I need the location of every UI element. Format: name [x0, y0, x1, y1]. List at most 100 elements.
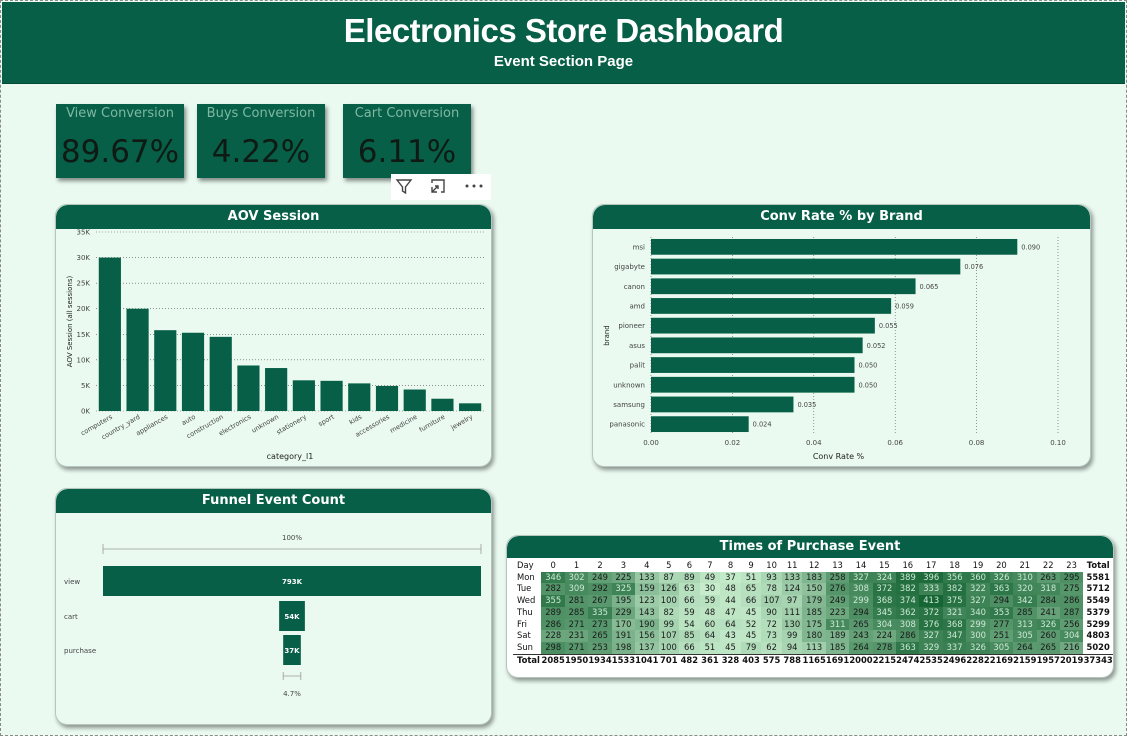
heatmap-header-row: Day 0 1 2 3 4 5 6 7 8 9 10 11 12 13 14 15 16 17 18 19 20 21 22 2… [513, 560, 1113, 572]
conv-rate-by-brand-chart[interactable]: Conv Rate % by Brand 0.00 0.02 0.04 0.06 0.0… [592, 204, 1091, 467]
heatmap-cell: 264 [1013, 641, 1037, 655]
x-tick-label: auto [180, 413, 197, 427]
heatmap-cell: 52 [740, 618, 762, 631]
heatmap-cell: 263 [1036, 571, 1060, 584]
heatmap-cell: 265 [849, 618, 873, 631]
times-of-purchase-event-matrix[interactable]: Times of Purchase Event Day 0 1 2 3 4 5 6 7 8 9 10 1… [506, 535, 1114, 678]
heatmap-row: Thu 289 285 335 229 143 82 59 48 47 45 90 111 185 223 2… [513, 606, 1113, 619]
y-tick-label: 10K [77, 356, 91, 364]
kpi-card-cart-conversion[interactable]: Cart Conversion 6.11% [343, 104, 471, 178]
more-options-icon[interactable] [463, 174, 485, 197]
heatmap-cell: 48 [699, 606, 721, 619]
heatmap-cell: 179 [802, 595, 826, 607]
heatmap-cell: 305 [989, 641, 1014, 655]
y-tick-label: gigabyte [614, 263, 645, 271]
filter-icon[interactable] [395, 177, 413, 200]
column-header: 1 [573, 560, 580, 570]
heatmap-cell: 225 [611, 571, 636, 584]
heatmap-cell: 286 [896, 630, 920, 642]
heatmap-cell: 124 [781, 583, 803, 596]
heatmap-cell: 265 [588, 630, 612, 642]
column-header: 3 [620, 560, 627, 570]
kpi-card-view-conversion[interactable]: View Conversion 89.67% [56, 104, 184, 178]
column-total: 2085 [541, 653, 565, 667]
heatmap-cell: 183 [802, 571, 826, 584]
x-tick-label: kids [348, 413, 364, 427]
heatmap-cell: 355 [541, 595, 565, 607]
kpi-card-buys-conversion[interactable]: Buys Conversion 4.22% [197, 104, 325, 178]
bar [292, 380, 315, 411]
heatmap-cell: 282 [541, 583, 565, 596]
heatmap-cell: 271 [564, 641, 589, 655]
page-subtitle: Event Section Page [493, 53, 634, 70]
heatmap-cell: 265 [1036, 641, 1060, 655]
column-total: 2000 [849, 653, 873, 667]
heatmap-cell: 133 [635, 571, 659, 584]
heatmap-cell: 198 [611, 641, 636, 655]
column-header: 19 [972, 560, 984, 570]
expand-icon[interactable] [429, 177, 447, 200]
heatmap-cell: 107 [658, 630, 680, 642]
heatmap-cell: 150 [802, 583, 826, 596]
heatmap-cell: 320 [1013, 583, 1037, 596]
heatmap-cell: 133 [781, 571, 803, 584]
funnel-top-label: 100% [282, 534, 302, 542]
column-header: 0 [550, 560, 556, 570]
funnel-category-label: purchase [64, 647, 96, 655]
heatmap-cell: 313 [1013, 618, 1037, 631]
heatmap-cell: 345 [872, 606, 897, 619]
heatmap-cell: 224 [872, 630, 897, 642]
heatmap-row: Tue 282 309 292 325 159 126 63 30 48 65 78 124 150 276… [513, 583, 1113, 596]
heatmap-cell: 299 [849, 595, 873, 607]
heatmap-cell: 271 [564, 618, 589, 631]
bar [651, 317, 875, 334]
heatmap-cell: 326 [1036, 618, 1060, 631]
aov-session-chart[interactable]: AOV Session 0K 5K 10K 15K 20K 25K 30K 35K comput… [55, 204, 492, 467]
heatmap-cell: 229 [611, 606, 636, 619]
heatmap-cell: 375 [942, 595, 967, 607]
row-total: 4803 [1086, 630, 1110, 641]
row-header: Fri [517, 618, 527, 629]
heatmap-cell: 47 [720, 606, 741, 619]
heatmap-cell: 54 [679, 618, 700, 631]
heatmap-cell: 287 [1059, 606, 1084, 619]
heatmap-cell: 66 [740, 595, 762, 607]
conv-rate-plot: 0.00 0.02 0.04 0.06 0.08 0.10 msi 0.090 gigabyte… [603, 237, 1066, 461]
heatmap-cell: 326 [989, 571, 1014, 584]
heatmap-cell: 45 [740, 606, 762, 619]
heatmap-cell: 260 [1036, 630, 1060, 642]
heatmap-cell: 389 [896, 571, 920, 584]
column-total: 1957 [1036, 653, 1060, 667]
heatmap-cell: 63 [679, 583, 700, 596]
heatmap-cell: 51 [699, 641, 721, 655]
row-total: 5299 [1086, 618, 1110, 629]
column-header: Total [1086, 560, 1110, 570]
bar [209, 336, 232, 411]
funnel-bottom-label: 4.7% [283, 690, 301, 698]
heatmap-cell: 241 [1036, 606, 1060, 619]
bar [651, 278, 916, 295]
report-canvas: Electronics Store Dashboard Event Sectio… [0, 0, 1127, 736]
column-header: 2 [597, 560, 603, 570]
heatmap-cell: 90 [761, 606, 782, 619]
bar [651, 298, 892, 314]
purchase-heatmap-table: Day 0 1 2 3 4 5 6 7 8 9 10 11 12 13 14 15 16 17 18 19 20 21 22 2… [513, 560, 1113, 667]
column-total: 701 [658, 653, 680, 667]
heatmap-cell: 111 [781, 606, 803, 619]
chart-title: AOV Session [56, 205, 491, 229]
column-total: 1691 [825, 653, 850, 667]
y-tick-label: 35K [77, 229, 91, 237]
chart-title: Conv Rate % by Brand [593, 205, 1090, 229]
y-tick-label: 20K [77, 305, 91, 313]
column-total: 1533 [611, 653, 636, 667]
bar [651, 238, 1018, 255]
y-tick-label: canon [624, 283, 645, 291]
heatmap-cell: 190 [635, 618, 659, 631]
bar [651, 376, 855, 393]
column-header: 10 [766, 560, 777, 570]
heatmap-cell: 100 [658, 595, 680, 607]
funnel-event-count-chart[interactable]: Funnel Event Count 100% 793K view 54K cart 37… [55, 488, 492, 725]
heatmap-cell: 89 [679, 571, 700, 584]
heatmap-cell: 374 [896, 595, 920, 607]
y-tick-label: panasonic [609, 421, 645, 429]
